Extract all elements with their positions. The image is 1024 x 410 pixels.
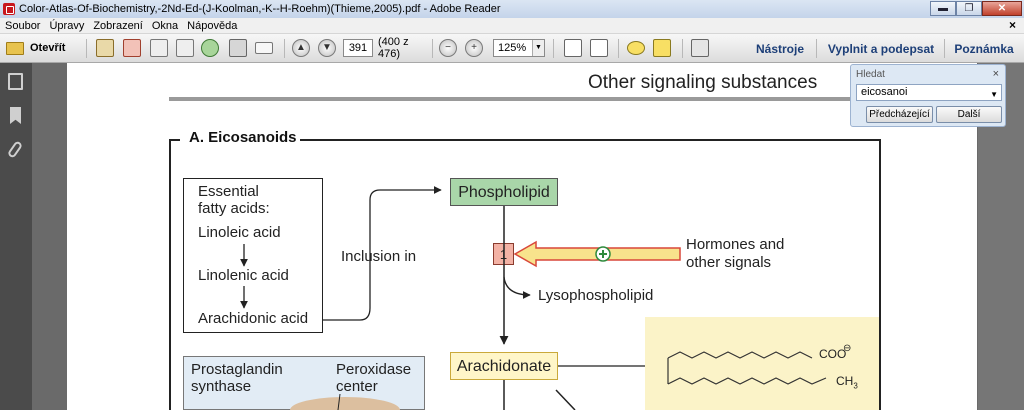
fit-page-icon	[564, 39, 582, 57]
zoom-in-button[interactable]: +	[464, 38, 484, 58]
find-input[interactable]: eicosanoi ▼	[856, 84, 1002, 101]
hormones-label: Hormones and	[686, 236, 785, 253]
toolbar-divider	[682, 39, 683, 58]
close-window-button[interactable]: ✕	[982, 1, 1022, 16]
page-number-input[interactable]: 391	[343, 39, 373, 57]
menu-okna[interactable]: Okna	[147, 20, 182, 32]
edit-pdf-button[interactable]	[148, 38, 170, 58]
toolbar-divider	[432, 39, 433, 58]
synthase-label: synthase	[191, 378, 252, 395]
open-button-label: Otevřít	[30, 42, 66, 54]
adobe-reader-icon	[3, 3, 15, 15]
window-controls: ▬ ❐ ✕	[930, 1, 1022, 16]
toolbar-divider	[284, 39, 285, 58]
combine-files-icon	[123, 39, 141, 57]
full-screen-button[interactable]	[689, 38, 711, 58]
create-pdf-button[interactable]	[94, 38, 116, 58]
chevron-down-icon[interactable]: ▼	[990, 87, 998, 102]
fill-sign-pane-button[interactable]: Vyplnit a podepsat	[826, 39, 936, 59]
page-thumbnails-icon[interactable]	[8, 73, 23, 90]
arachidonate-box: Arachidonate	[450, 352, 558, 380]
negative-charge-icon: ⊖	[843, 343, 852, 354]
essential-label: Essential	[198, 183, 259, 200]
highlight-button[interactable]	[651, 38, 673, 58]
arachidonate-structure-box	[645, 317, 879, 410]
share-document-icon	[176, 39, 194, 57]
find-panel: Hledat × eicosanoi ▼ Předcházející Další	[850, 64, 1006, 127]
fit-page-button[interactable]	[562, 38, 584, 58]
arrow-down-icon: ▼	[318, 39, 336, 57]
speech-bubble-icon	[627, 41, 645, 55]
center-label: center	[336, 378, 378, 395]
menu-soubor[interactable]: Soubor	[0, 20, 44, 32]
menu-zobrazeni[interactable]: Zobrazení	[88, 20, 147, 32]
next-page-button[interactable]: ▼	[317, 38, 337, 58]
fit-width-icon	[590, 39, 608, 57]
printer-icon	[229, 39, 247, 57]
arrow-up-icon: ▲	[292, 39, 310, 57]
envelope-icon	[255, 42, 273, 54]
menu-bar: Soubor Úpravy Zobrazení Okna Nápověda ×	[0, 18, 1024, 34]
menu-napoveda[interactable]: Nápověda	[182, 20, 241, 32]
paperclip-icon[interactable]	[6, 140, 24, 159]
zoom-select[interactable]: 125% ▼	[493, 39, 545, 57]
minimize-button[interactable]: ▬	[930, 1, 956, 16]
find-next-button[interactable]: Další	[936, 106, 1002, 123]
toolbar-divider	[553, 39, 554, 58]
linolenic-acid-label: Linolenic acid	[198, 267, 289, 284]
arachidonic-acid-label: Arachidonic acid	[198, 310, 309, 327]
methyl-label: CH3	[836, 374, 858, 391]
toolbar-divider	[618, 39, 619, 58]
toolbar-divider	[816, 39, 817, 58]
close-icon[interactable]: ×	[993, 68, 999, 80]
zoom-value: 125%	[498, 42, 527, 54]
prostaglandin-label: Prostaglandin	[191, 361, 283, 378]
previous-page-button[interactable]: ▲	[291, 38, 311, 58]
navigation-pane	[0, 63, 32, 410]
menu-upravy[interactable]: Úpravy	[44, 20, 88, 32]
find-input-value: eicosanoi	[861, 86, 908, 98]
chevron-down-icon[interactable]: ▼	[532, 40, 544, 56]
restore-button[interactable]: ❐	[956, 1, 982, 16]
section-rule	[169, 97, 881, 101]
minus-icon: −	[439, 39, 457, 57]
plus-icon: +	[465, 39, 483, 57]
zoom-out-button[interactable]: −	[438, 38, 458, 58]
folder-icon	[6, 41, 24, 55]
highlighter-icon	[653, 39, 671, 57]
phospholipid-box: Phospholipid	[450, 178, 558, 206]
edit-document-icon	[150, 39, 168, 57]
add-comment-button[interactable]	[625, 38, 647, 58]
open-button[interactable]: Otevřít	[6, 38, 72, 58]
share-button[interactable]	[174, 38, 196, 58]
lysophospholipid-label: Lysophospholipid	[538, 287, 654, 304]
bookmark-icon[interactable]	[10, 107, 21, 124]
title-bar: Color-Atlas-Of-Biochemistry,-2Nd-Ed-(J-K…	[0, 0, 1024, 18]
find-label: Hledat	[856, 69, 885, 80]
tools-pane-button[interactable]: Nástroje	[755, 39, 805, 59]
combine-files-button[interactable]	[121, 38, 143, 58]
fatty-acids-label: fatty acids:	[198, 200, 270, 217]
section-title: Other signaling substances	[588, 72, 818, 93]
other-signals-label: other signals	[686, 254, 772, 271]
window-title: Color-Atlas-Of-Biochemistry,-2Nd-Ed-(J-K…	[19, 3, 501, 15]
print-button[interactable]	[227, 38, 249, 58]
toolbar-divider	[86, 39, 87, 58]
panel-title: A. Eicosanoids	[189, 129, 297, 146]
inclusion-label: Inclusion in	[341, 248, 417, 265]
email-button[interactable]	[253, 38, 275, 58]
linoleic-acid-label: Linoleic acid	[198, 224, 281, 241]
comment-pane-button[interactable]: Poznámka	[954, 39, 1014, 59]
expand-icon	[691, 39, 709, 57]
fit-width-button[interactable]	[588, 38, 610, 58]
close-document-button[interactable]: ×	[1009, 18, 1016, 32]
enzyme-1-marker: 1	[493, 243, 514, 265]
create-pdf-icon	[96, 39, 114, 57]
find-previous-button[interactable]: Předcházející	[866, 106, 933, 123]
toolbar-divider	[944, 39, 945, 58]
page-count: (400 z 476)	[378, 36, 409, 60]
toolbar: Otevřít ▲ ▼ 391 (400 z 476) − + 125% ▼ N…	[0, 34, 1024, 63]
peroxidase-label: Peroxidase	[336, 361, 412, 378]
